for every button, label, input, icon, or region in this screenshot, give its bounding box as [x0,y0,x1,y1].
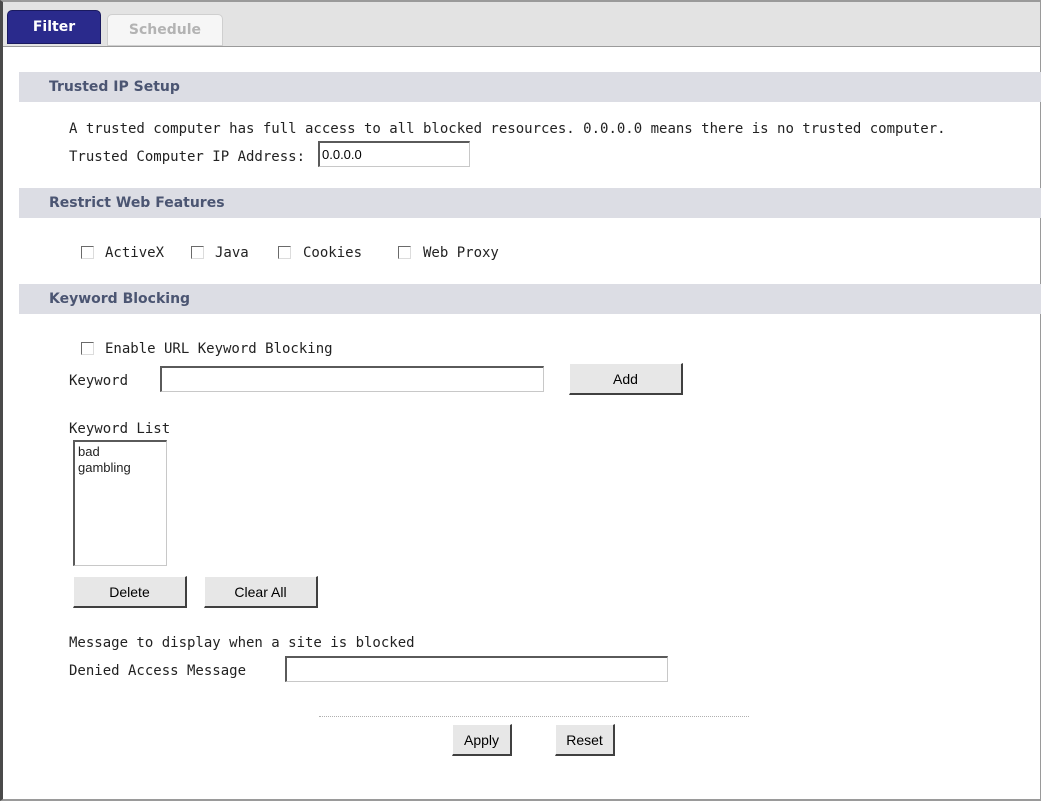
delete-button[interactable]: Delete [73,576,187,608]
clear-all-button[interactable]: Clear All [204,576,318,608]
keyword-label: Keyword [69,373,129,389]
section-header-restrict-web: Restrict Web Features [19,188,1041,218]
add-button[interactable]: Add [569,363,683,395]
java-label: Java [215,245,249,261]
trusted-ip-description: A trusted computer has full access to al… [69,121,946,137]
keyword-list-item[interactable]: bad [78,444,163,460]
keyword-input[interactable] [160,366,544,392]
enable-url-keyword-checkbox[interactable] [81,342,94,355]
web-proxy-label: Web Proxy [423,245,499,261]
content-frame: Filter Schedule Trusted IP Setup A trust… [0,0,1041,801]
keyword-list-label: Keyword List [69,421,171,437]
enable-url-keyword-label: Enable URL Keyword Blocking [105,341,333,357]
activex-label: ActiveX [105,245,165,261]
keyword-list-item[interactable]: gambling [78,460,163,476]
tab-bar: Filter Schedule [3,2,1040,47]
denied-access-input[interactable] [285,656,668,682]
activex-checkbox[interactable] [81,246,94,259]
apply-button[interactable]: Apply [452,724,512,756]
tab-schedule[interactable]: Schedule [107,14,223,46]
cookies-checkbox[interactable] [278,246,291,259]
trusted-ip-input[interactable] [318,141,470,167]
blocked-message-heading: Message to display when a site is blocke… [69,635,415,651]
reset-button[interactable]: Reset [555,724,615,756]
divider [319,716,749,717]
web-proxy-checkbox[interactable] [398,246,411,259]
tab-filter[interactable]: Filter [7,10,101,44]
java-checkbox[interactable] [191,246,204,259]
section-header-trusted-ip: Trusted IP Setup [19,72,1041,102]
section-header-keyword-blocking: Keyword Blocking [19,284,1041,314]
keyword-listbox[interactable]: bad gambling [73,440,167,566]
cookies-label: Cookies [303,245,363,261]
denied-access-label: Denied Access Message [69,663,247,679]
trusted-ip-label: Trusted Computer IP Address: [69,149,306,165]
